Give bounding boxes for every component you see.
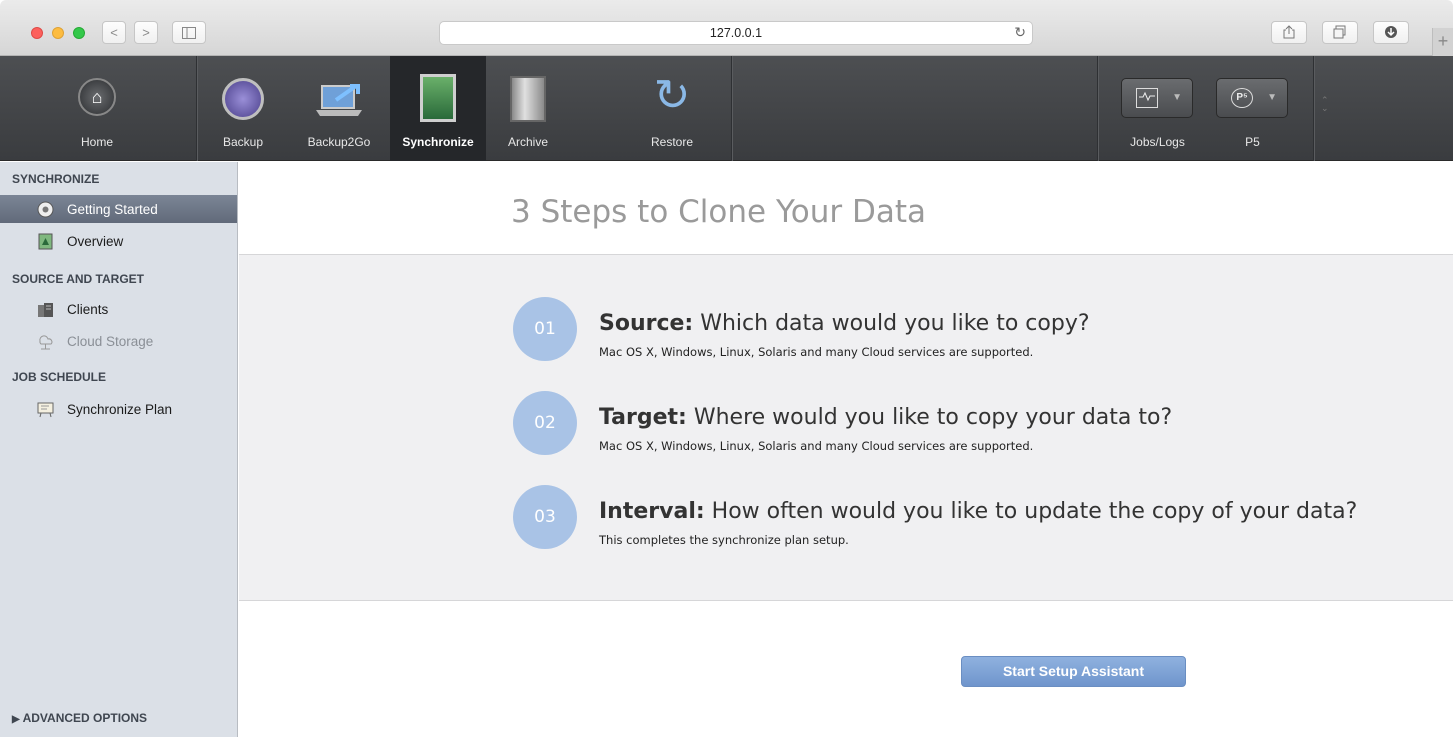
sidebar-item-overview[interactable]: Overview: [0, 227, 237, 255]
toolbar-divider: [196, 56, 197, 161]
tool-p5[interactable]: P⁵ ▼ P5: [1205, 56, 1300, 161]
tool-home[interactable]: ⌂ Home: [42, 56, 152, 161]
sidebar-item-label: Cloud Storage: [67, 334, 154, 349]
step-target: 02 Target: Where would you like to copy …: [513, 391, 1413, 455]
chevron-down-icon: ▼: [1267, 92, 1277, 103]
step-description: This completes the synchronize plan setu…: [599, 533, 849, 547]
main-content: 3 Steps to Clone Your Data 01 Source: Wh…: [239, 162, 1453, 737]
step-source: 01 Source: Which data would you like to …: [513, 297, 1413, 361]
sidebar-item-label: Getting Started: [67, 202, 158, 217]
downloads-button[interactable]: [1373, 21, 1409, 44]
disclosure-triangle-icon: ▶: [12, 714, 20, 725]
tool-label: Restore: [650, 135, 694, 149]
tool-backup[interactable]: Backup: [210, 56, 276, 161]
address-bar[interactable]: 127.0.0.1 ↻: [439, 21, 1033, 45]
sidebar-item-getting-started[interactable]: Getting Started: [0, 195, 237, 223]
synchronize-icon: [420, 74, 456, 122]
tool-archive[interactable]: Archive: [496, 56, 560, 161]
help-icon: [37, 201, 54, 218]
tool-synchronize[interactable]: Synchronize: [390, 56, 486, 161]
server-icon: [38, 303, 53, 317]
sidebar-item-cloud-storage[interactable]: Cloud Storage: [0, 327, 237, 355]
p5-dropdown[interactable]: P⁵ ▼: [1216, 78, 1288, 118]
sync-icon: [38, 233, 53, 250]
tool-label: Archive: [507, 135, 548, 149]
reload-icon[interactable]: ↻: [1014, 24, 1026, 41]
tool-backup2go[interactable]: Backup2Go: [296, 56, 382, 161]
step-question: How often would you like to update the c…: [711, 499, 1358, 524]
zoom-window-button[interactable]: [73, 27, 85, 39]
step-description: Mac OS X, Windows, Linux, Solaris and ma…: [599, 345, 1034, 359]
step-interval: 03 Interval: How often would you like to…: [513, 485, 1413, 549]
sidebar-item-label: Synchronize Plan: [67, 402, 173, 417]
step-title: Target: Where would you like to copy you…: [599, 405, 1172, 430]
step-number-badge: 03: [513, 485, 577, 549]
tool-label: Home: [80, 135, 113, 149]
step-description: Mac OS X, Windows, Linux, Solaris and ma…: [599, 439, 1034, 453]
p5-logo-icon: P⁵: [1231, 88, 1253, 108]
archive-icon: [510, 76, 546, 122]
toolbar-divider: [1097, 56, 1098, 161]
tool-label: Synchronize: [402, 135, 474, 149]
start-setup-assistant-button[interactable]: Start Setup Assistant: [961, 656, 1186, 687]
app-toolbar: ⌂ Home Backup Backup2Go Synchronize Arch…: [0, 56, 1453, 161]
url-text: 127.0.0.1: [709, 26, 763, 40]
advanced-options-label: ADVANCED OPTIONS: [22, 711, 148, 725]
plan-icon: [37, 402, 54, 418]
restore-icon: ↻: [653, 71, 691, 120]
download-icon: [1385, 26, 1397, 38]
activity-monitor-icon: [1136, 88, 1158, 108]
tool-restore[interactable]: ↻ Restore: [640, 56, 704, 161]
backup-gauge-icon: [222, 78, 264, 120]
tool-label: Jobs/Logs: [1130, 135, 1185, 149]
toolbar-divider: [731, 56, 732, 161]
step-heading: Source:: [599, 311, 694, 336]
home-icon: ⌂: [78, 78, 116, 116]
back-button[interactable]: <: [102, 21, 126, 44]
step-title: Interval: How often would you like to up…: [599, 499, 1357, 524]
minimize-window-button[interactable]: [52, 27, 64, 39]
laptop-icon: [316, 84, 362, 116]
close-window-button[interactable]: [31, 27, 43, 39]
sidebar-toggle-button[interactable]: [172, 21, 206, 44]
tool-label: P5: [1245, 135, 1260, 149]
browser-titlebar: < > 127.0.0.1 ↻ +: [0, 0, 1453, 56]
steps-panel: 01 Source: Which data would you like to …: [239, 254, 1453, 601]
sidebar-icon: [182, 27, 196, 39]
plus-icon: +: [1437, 31, 1449, 51]
tabs-icon: [1333, 25, 1346, 39]
tabs-button[interactable]: [1322, 21, 1358, 44]
sidebar-section-title: SYNCHRONIZE: [12, 172, 100, 186]
toolbar-divider: [1313, 56, 1314, 161]
chevron-right-icon: >: [142, 25, 150, 40]
step-number-badge: 02: [513, 391, 577, 455]
step-number-badge: 01: [513, 297, 577, 361]
tool-jobs-logs[interactable]: ▼ Jobs/Logs: [1110, 56, 1205, 161]
tool-label: Backup2Go: [307, 135, 371, 149]
sidebar-item-synchronize-plan[interactable]: Synchronize Plan: [0, 395, 237, 423]
page-title: 3 Steps to Clone Your Data: [511, 194, 926, 230]
forward-button[interactable]: >: [134, 21, 158, 44]
sidebar-item-clients[interactable]: Clients: [0, 295, 237, 323]
new-tab-button[interactable]: +: [1432, 28, 1453, 56]
sidebar: SYNCHRONIZE Getting Started Overview SOU…: [0, 162, 238, 737]
sidebar-section-title: SOURCE AND TARGET: [12, 272, 144, 286]
tool-label: Backup: [222, 135, 264, 149]
sidebar-item-label: Overview: [67, 234, 124, 249]
share-icon: [1283, 25, 1295, 39]
step-heading: Interval:: [599, 499, 705, 524]
step-question: Where would you like to copy your data t…: [693, 405, 1173, 430]
sidebar-item-label: Clients: [67, 302, 109, 317]
sidebar-section-title: JOB SCHEDULE: [12, 370, 107, 384]
chevron-left-icon: <: [110, 25, 118, 40]
jobs-logs-dropdown[interactable]: ▼: [1121, 78, 1193, 118]
chevron-down-icon: ▼: [1172, 92, 1182, 103]
step-title: Source: Which data would you like to cop…: [599, 311, 1090, 336]
resize-handle-icon[interactable]: ⌃ ⌄: [1321, 96, 1329, 113]
advanced-options-toggle[interactable]: ▶ ADVANCED OPTIONS: [12, 711, 147, 725]
step-question: Which data would you like to copy?: [700, 311, 1090, 336]
share-button[interactable]: [1271, 21, 1307, 44]
step-heading: Target:: [599, 405, 687, 430]
cloud-storage-icon: [39, 335, 53, 350]
